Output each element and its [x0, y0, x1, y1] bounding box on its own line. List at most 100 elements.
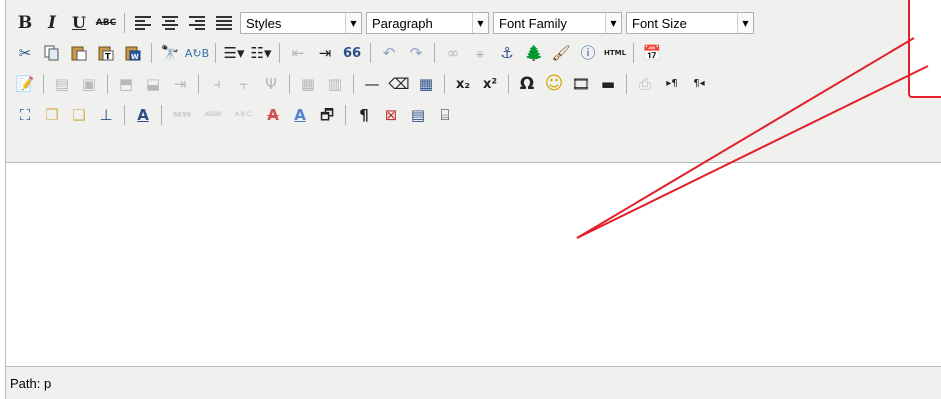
- layer-icon: ⛶: [19, 105, 31, 124]
- print-button[interactable]: ⎙: [634, 73, 656, 95]
- cut-button[interactable]: ✂: [14, 42, 36, 64]
- indent-icon: ⇥: [318, 43, 332, 62]
- html-source-button[interactable]: HTML: [604, 42, 626, 64]
- cleanup-button[interactable]: 🖌: [550, 42, 572, 64]
- omega-icon: Ω: [519, 73, 535, 94]
- insert-date-button[interactable]: 📅: [641, 42, 663, 64]
- template-button[interactable]: ▤: [407, 104, 429, 126]
- abbr-button[interactable]: ABBR: [200, 104, 226, 126]
- link-button[interactable]: ∞: [442, 42, 464, 64]
- col-after-button[interactable]: ⫟: [233, 73, 255, 95]
- underline-button[interactable]: U: [68, 12, 90, 34]
- redo-icon: ↷: [409, 43, 423, 62]
- anchor-icon: ⚓: [500, 43, 514, 62]
- ins-button[interactable]: A: [289, 104, 311, 126]
- merge-cells-button[interactable]: ▥: [324, 73, 346, 95]
- subscript-icon: x₂: [455, 76, 471, 92]
- format-select-value: Paragraph: [372, 15, 433, 31]
- special-char-button[interactable]: Ω: [516, 73, 538, 95]
- italic-button[interactable]: I: [41, 12, 63, 34]
- toolbar-separator: [124, 105, 125, 125]
- anchor-button[interactable]: ⚓: [496, 42, 518, 64]
- row-after-button[interactable]: ⬓: [142, 73, 164, 95]
- split-cells-icon: ▦: [300, 74, 316, 93]
- subscript-button[interactable]: x₂: [452, 73, 474, 95]
- bold-button[interactable]: B: [14, 12, 36, 34]
- row-before-button[interactable]: ⬒: [115, 73, 137, 95]
- toolbar-separator: [626, 74, 627, 94]
- font-size-select[interactable]: Font Size ▼: [626, 12, 754, 34]
- strikethrough-button[interactable]: ABC: [95, 12, 117, 34]
- image-button[interactable]: 🌲: [523, 42, 545, 64]
- move-backward-icon: ❏: [72, 105, 86, 124]
- toolbar-row-4: ⛶ ❐ ❏ ⊥ A 6699 ABBR A.B.C. A A 🗗 ¶ ⊠ ▤ ⌸: [14, 100, 461, 130]
- table-row-props-button[interactable]: ▤: [51, 73, 73, 95]
- toolbar-separator: [215, 43, 216, 63]
- table-cell-props-button[interactable]: ▣: [78, 73, 100, 95]
- toolbar-separator: [444, 74, 445, 94]
- align-justify-icon: [216, 16, 232, 30]
- attribs-button[interactable]: 🗗: [316, 104, 338, 126]
- pagebreak-button[interactable]: ⌸: [434, 104, 456, 126]
- nonbreaking-button[interactable]: ▬: [597, 73, 619, 95]
- chevron-down-icon: ▼: [737, 13, 753, 33]
- del-button[interactable]: A: [262, 104, 284, 126]
- absolute-button[interactable]: ⊥: [95, 104, 117, 126]
- blockquote-button[interactable]: 66: [341, 42, 363, 64]
- col-before-button[interactable]: ⫞: [206, 73, 228, 95]
- remove-format-button[interactable]: ⌫: [388, 73, 410, 95]
- visual-chars-button[interactable]: ¶: [353, 104, 375, 126]
- media-button[interactable]: 🎞: [570, 73, 592, 95]
- styles-select[interactable]: Styles ▼: [240, 12, 362, 34]
- superscript-button[interactable]: x²: [479, 73, 501, 95]
- numbered-list-button[interactable]: ☷▾: [250, 42, 272, 64]
- bullet-list-button[interactable]: ☰▾: [223, 42, 245, 64]
- editor-content-area[interactable]: [6, 162, 941, 367]
- edit-css-button[interactable]: 📝: [14, 73, 36, 95]
- paste-text-button[interactable]: T: [95, 42, 117, 64]
- undo-button[interactable]: ↶: [378, 42, 400, 64]
- align-justify-button[interactable]: [213, 12, 235, 34]
- cite-button[interactable]: 6699: [169, 104, 195, 126]
- align-left-icon: [135, 16, 151, 30]
- table-button[interactable]: ▦: [415, 73, 437, 95]
- paste-button[interactable]: [68, 42, 90, 64]
- editor-statusbar: Path: p: [6, 367, 941, 399]
- rtl-button[interactable]: ¶◂: [688, 73, 710, 95]
- insertion-icon: A: [294, 105, 306, 124]
- align-center-button[interactable]: [159, 12, 181, 34]
- insert-col-after-icon: ⫟: [239, 74, 249, 93]
- ltr-button[interactable]: ▸¶: [661, 73, 683, 95]
- delete-col-button[interactable]: Ψ: [260, 73, 282, 95]
- toolbar-separator: [633, 43, 634, 63]
- font-family-select[interactable]: Font Family ▼: [493, 12, 622, 34]
- emoticons-button[interactable]: ☺: [543, 73, 565, 95]
- outdent-button[interactable]: ⇤: [287, 42, 309, 64]
- indent-button[interactable]: ⇥: [314, 42, 336, 64]
- move-backward-button[interactable]: ❏: [68, 104, 90, 126]
- redo-button[interactable]: ↷: [405, 42, 427, 64]
- delete-row-button[interactable]: ⇥: [169, 73, 191, 95]
- acronym-button[interactable]: A.B.C.: [231, 104, 257, 126]
- help-button[interactable]: ⓘ: [577, 42, 599, 64]
- align-left-button[interactable]: [132, 12, 154, 34]
- pagebreak-icon: ⌸: [440, 105, 450, 124]
- split-cells-button[interactable]: ▦: [297, 73, 319, 95]
- styleprops-button[interactable]: A: [132, 104, 154, 126]
- horizontal-rule-button[interactable]: —: [361, 73, 383, 95]
- deletion-icon: A: [267, 105, 279, 124]
- unlink-button[interactable]: ⚹: [469, 42, 491, 64]
- toolbar-separator: [151, 43, 152, 63]
- format-select[interactable]: Paragraph ▼: [366, 12, 489, 34]
- replace-icon: A↻B: [184, 46, 210, 60]
- align-right-button[interactable]: [186, 12, 208, 34]
- toolbar-row-1: B I U ABC Styles ▼ Paragraph ▼ Font Fami…: [14, 8, 758, 38]
- rich-text-editor: B I U ABC Styles ▼ Paragraph ▼ Font Fami…: [5, 0, 941, 399]
- move-forward-button[interactable]: ❐: [41, 104, 63, 126]
- nonbreaking-chars-button[interactable]: ⊠: [380, 104, 402, 126]
- replace-button[interactable]: A↻B: [184, 42, 210, 64]
- paste-word-button[interactable]: W: [122, 42, 144, 64]
- copy-button[interactable]: [41, 42, 63, 64]
- find-button[interactable]: 🔭: [159, 42, 181, 64]
- insert-layer-button[interactable]: ⛶: [14, 104, 36, 126]
